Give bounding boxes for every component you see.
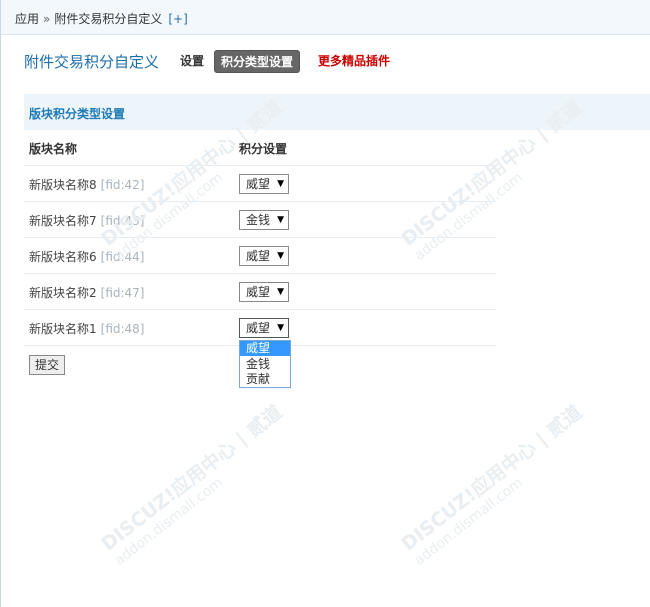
forum-id: [fid:42] xyxy=(100,178,145,192)
left-border xyxy=(0,0,1,607)
page-title: 附件交易积分自定义 xyxy=(24,53,160,71)
submit-button[interactable]: 提交 xyxy=(29,355,66,375)
row-divider xyxy=(24,273,496,274)
add-shortcut-link[interactable]: [+] xyxy=(168,12,187,26)
breadcrumb-current[interactable]: 附件交易积分自定义 xyxy=(54,12,162,26)
breadcrumb-separator: » xyxy=(43,12,51,26)
credit-type-select[interactable]: 威望 ▼ xyxy=(239,282,289,302)
section-header: 版块积分类型设置 xyxy=(24,94,650,130)
forum-name-cell: 新版块名称8 [fid:42] xyxy=(29,178,145,192)
section-title: 版块积分类型设置 xyxy=(29,107,126,121)
row-divider xyxy=(24,309,496,310)
forum-id: [fid:44] xyxy=(100,250,145,264)
chevron-down-icon: ▼ xyxy=(277,251,284,261)
tab-settings[interactable]: 设置 xyxy=(180,52,204,69)
row-divider xyxy=(24,237,496,238)
chevron-down-icon: ▼ xyxy=(277,215,284,225)
dropdown-option[interactable]: 威望 xyxy=(240,341,290,356)
forum-name-cell: 新版块名称6 [fid:44] xyxy=(29,250,145,264)
breadcrumb: 应用 » 附件交易积分自定义 [+] xyxy=(15,10,188,27)
credit-type-select[interactable]: 金钱 ▼ xyxy=(239,210,289,230)
chevron-down-icon: ▼ xyxy=(277,287,284,297)
more-plugins-link[interactable]: 更多精品插件 xyxy=(318,52,390,69)
forum-name-cell: 新版块名称2 [fid:47] xyxy=(29,286,145,300)
credit-type-select[interactable]: 威望 ▼ xyxy=(239,174,289,194)
dropdown-option[interactable]: 贡献 xyxy=(240,372,290,387)
column-header-forum-name: 版块名称 xyxy=(29,142,78,156)
breadcrumb-root[interactable]: 应用 xyxy=(15,12,39,26)
watermark: DISCUZ!应用中心 | 贰道 addon.dismall.com xyxy=(97,401,287,569)
chevron-down-icon: ▼ xyxy=(277,323,284,333)
forum-id: [fid:43] xyxy=(100,214,145,228)
credit-type-select-open[interactable]: 威望 ▼ xyxy=(239,318,289,338)
chevron-down-icon: ▼ xyxy=(277,179,284,189)
dropdown-option[interactable]: 金钱 xyxy=(240,357,290,372)
forum-name-cell: 新版块名称7 [fid:43] xyxy=(29,214,145,228)
forum-name-cell: 新版块名称1 [fid:48] xyxy=(29,322,145,336)
tab-credit-type-settings[interactable]: 积分类型设置 xyxy=(214,50,301,73)
credit-type-select[interactable]: 威望 ▼ xyxy=(239,246,289,266)
row-divider xyxy=(24,165,496,166)
forum-id: [fid:47] xyxy=(100,286,145,300)
watermark: DISCUZ!应用中心 | 贰道 addon.dismall.com xyxy=(397,401,587,569)
forum-id: [fid:48] xyxy=(100,322,145,336)
select-dropdown-list: 威望 金钱 贡献 xyxy=(239,340,291,388)
column-header-credit-setting: 积分设置 xyxy=(239,142,288,156)
row-divider xyxy=(24,201,496,202)
breadcrumb-bar: 应用 » 附件交易积分自定义 [+] xyxy=(1,0,650,35)
